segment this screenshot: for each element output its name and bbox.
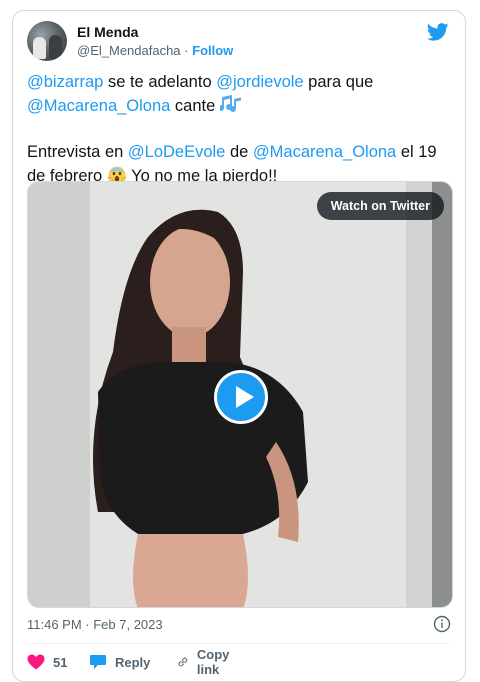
copy-link-label: Copy link xyxy=(196,647,230,677)
tweet-timestamp[interactable]: 11:46 PM · Feb 7, 2023 xyxy=(27,617,163,632)
copy-link-button[interactable]: Copy link xyxy=(177,647,236,677)
link-icon xyxy=(178,657,188,667)
mention-link[interactable]: @Macarena_Olona xyxy=(253,143,396,161)
tweet-text-span: Entrevista en xyxy=(27,143,128,161)
author-handle[interactable]: @El_Mendafacha xyxy=(77,43,181,58)
watch-on-twitter-button[interactable]: Watch on Twitter xyxy=(316,192,444,220)
author-name[interactable]: El Menda xyxy=(77,24,138,40)
reply-icon xyxy=(90,655,106,669)
tweet-text: @bizarrap se te adelanto @jordievole par… xyxy=(27,71,457,188)
tweet-paragraph-1: @bizarrap se te adelanto @jordievole par… xyxy=(27,71,457,118)
mention-link[interactable]: @jordievole xyxy=(216,73,303,91)
divider xyxy=(27,643,451,644)
play-icon[interactable] xyxy=(214,370,268,424)
heart-icon xyxy=(27,654,45,670)
twitter-bird-icon[interactable] xyxy=(427,23,449,41)
video-thumbnail[interactable]: Watch on Twitter xyxy=(27,181,453,608)
like-button[interactable]: 51 xyxy=(27,651,67,673)
tweet-text-span: de xyxy=(225,143,253,161)
mention-link[interactable]: @bizarrap xyxy=(27,73,103,91)
tweet-card: El Menda @El_Mendafacha · Follow @bizarr… xyxy=(12,10,466,682)
follow-button[interactable]: Follow xyxy=(192,43,233,58)
tweet-text-span: se te adelanto xyxy=(103,73,217,91)
reply-label: Reply xyxy=(115,654,151,670)
avatar[interactable] xyxy=(27,21,67,61)
tweet-text-span: cante xyxy=(170,97,220,115)
music-notes-emoji xyxy=(219,95,241,113)
tweet-header: El Menda @El_Mendafacha · Follow xyxy=(27,21,451,63)
handle-separator: · xyxy=(184,43,189,58)
info-icon[interactable] xyxy=(433,615,451,633)
mention-link[interactable]: @LoDeEvole xyxy=(128,143,225,161)
like-count: 51 xyxy=(53,654,68,670)
handle-row: @El_Mendafacha · Follow xyxy=(77,43,233,58)
mention-link[interactable]: @Macarena_Olona xyxy=(27,97,170,115)
reply-button[interactable]: Reply xyxy=(89,651,150,673)
tweet-text-span: para que xyxy=(303,73,374,91)
